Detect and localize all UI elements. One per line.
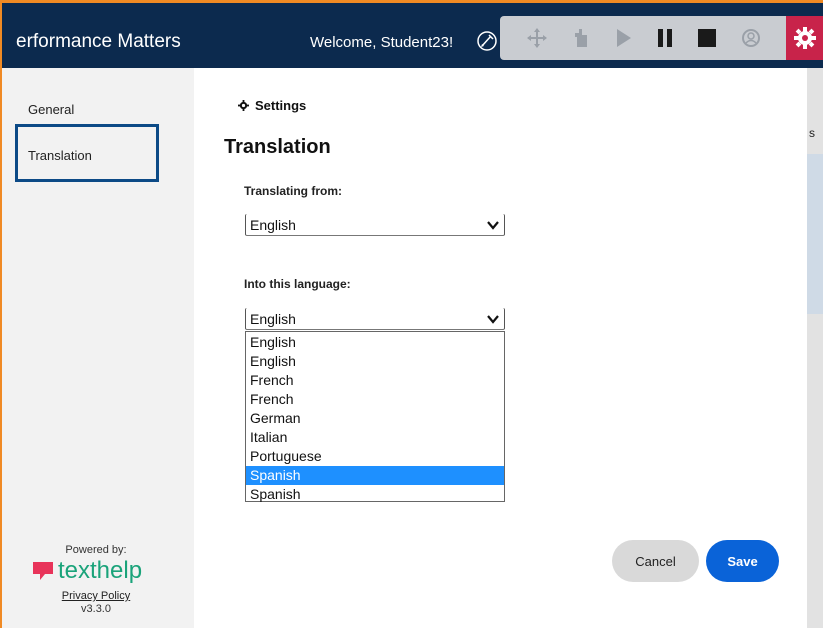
settings-title-text: Settings — [255, 98, 307, 113]
app-brand: erformance Matters — [16, 31, 181, 52]
screen-mask-icon[interactable] — [736, 16, 766, 60]
language-option[interactable]: Italian — [246, 428, 504, 447]
background-page-text: s — [809, 126, 815, 140]
page-title: Translation — [224, 136, 331, 158]
language-option[interactable]: French — [246, 371, 504, 390]
version-label: v3.3.0 — [81, 603, 111, 615]
stop-icon[interactable] — [692, 16, 722, 60]
background-page — [807, 68, 823, 628]
background-page-strip — [807, 154, 823, 314]
translating-from-value: English — [250, 217, 296, 233]
cancel-button[interactable]: Cancel — [612, 540, 699, 582]
play-icon[interactable] — [608, 16, 638, 60]
sidebar-item-translation[interactable]: Translation — [28, 148, 92, 163]
edit-profile-icon[interactable] — [476, 30, 498, 52]
language-option-highlighted[interactable]: Spanish — [246, 466, 504, 485]
save-button[interactable]: Save — [706, 540, 779, 582]
translating-from-label: Translating from: — [244, 184, 343, 198]
language-dropdown-list[interactable]: English English French French German Ita… — [245, 331, 505, 502]
pause-icon[interactable] — [650, 16, 680, 60]
texthelp-logo-text: texthelp — [58, 557, 143, 584]
reading-toolbar — [500, 16, 823, 60]
chevron-down-icon — [487, 221, 499, 230]
settings-title: Settings — [238, 98, 306, 113]
settings-gear-icon — [238, 100, 249, 111]
into-language-label: Into this language: — [244, 277, 351, 291]
language-option[interactable]: English — [246, 333, 504, 352]
texthelp-logo-icon — [33, 562, 53, 580]
into-language-value: English — [250, 311, 296, 327]
gear-icon[interactable] — [786, 16, 823, 60]
texthelp-logo[interactable]: texthelp — [32, 557, 142, 585]
translating-from-select[interactable]: English — [245, 214, 505, 236]
language-option[interactable]: French — [246, 390, 504, 409]
language-option[interactable]: German — [246, 409, 504, 428]
sidebar-item-general[interactable]: General — [28, 102, 74, 117]
language-option[interactable]: Portuguese — [246, 447, 504, 466]
chevron-down-icon — [487, 315, 499, 324]
language-option[interactable]: Spanish — [246, 485, 504, 504]
powered-by-label: Powered by: — [65, 544, 127, 556]
language-option[interactable]: English — [246, 352, 504, 371]
move-icon[interactable] — [522, 16, 552, 60]
into-language-select[interactable]: English — [245, 308, 505, 330]
privacy-policy-link[interactable]: Privacy Policy — [0, 590, 192, 602]
hand-icon[interactable] — [566, 16, 596, 60]
welcome-text: Welcome, Student23! — [310, 34, 454, 51]
